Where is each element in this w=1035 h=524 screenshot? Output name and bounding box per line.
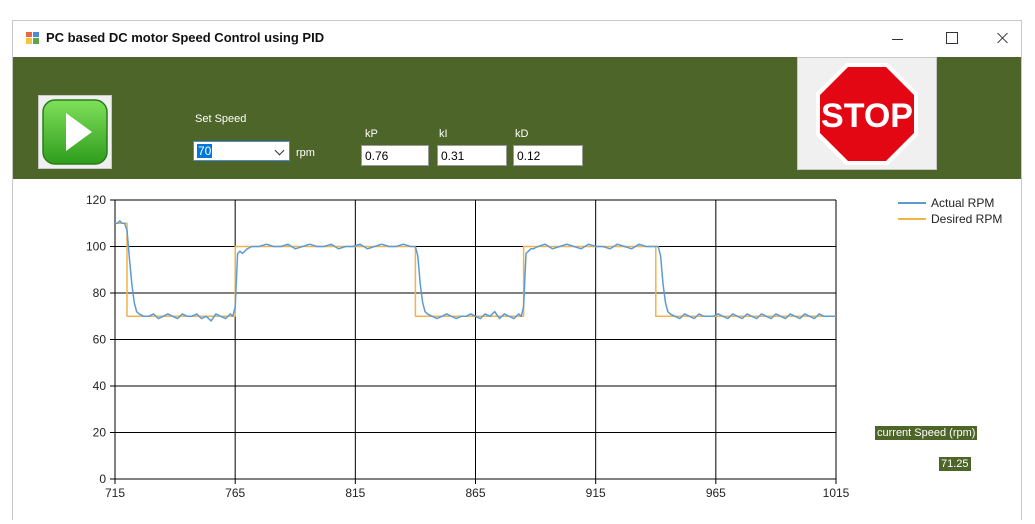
y-tick-label: 100	[86, 240, 106, 254]
x-tick-label: 965	[706, 486, 726, 500]
speed-chart-plot: 0 20 40 60 80 100 120 715 765 815 865 915 965 1015 Act…	[86, 193, 1002, 500]
x-tick-label: 915	[586, 486, 606, 500]
x-tick-label: 865	[465, 486, 485, 500]
speed-unit-label: rpm	[296, 147, 315, 159]
y-tick-label: 40	[93, 379, 107, 393]
current-speed-label: current Speed (rpm)	[875, 426, 978, 440]
stop-sign-text: STOP	[821, 97, 913, 135]
app-window: PC based DC motor Speed Control using PI…	[12, 20, 1022, 521]
set-speed-select[interactable]: 70	[193, 141, 290, 161]
set-speed-label: Set Speed	[195, 113, 247, 125]
kp-input[interactable]: 0.76	[361, 145, 429, 166]
ki-input[interactable]: 0.31	[437, 145, 507, 166]
ki-label: kI	[439, 128, 448, 140]
speed-chart: 0 20 40 60 80 100 120 715 765 815 865 915 965 1015 Act…	[13, 179, 1021, 521]
kd-label: kD	[515, 128, 529, 140]
title-bar: PC based DC motor Speed Control using PI…	[13, 21, 1021, 55]
x-tick-label: 715	[105, 486, 125, 500]
current-speed-value: 71.25	[939, 457, 971, 471]
legend-label: Actual RPM	[931, 196, 994, 210]
chevron-down-icon[interactable]	[274, 145, 285, 156]
maximize-icon[interactable]	[929, 23, 975, 53]
kd-input[interactable]: 0.12	[513, 145, 583, 166]
start-button[interactable]	[38, 95, 112, 169]
minimize-icon[interactable]	[875, 23, 921, 53]
stop-sign-icon: STOP	[816, 63, 918, 165]
y-tick-label: 60	[93, 333, 107, 347]
x-tick-label: 1015	[823, 486, 850, 500]
x-tick-label: 765	[225, 486, 245, 500]
winforms-app-icon	[26, 32, 39, 44]
y-tick-label: 20	[93, 426, 107, 440]
legend-label: Desired RPM	[931, 212, 1002, 226]
y-tick-label: 0	[99, 472, 106, 486]
kp-label: kP	[365, 128, 378, 140]
close-icon[interactable]	[979, 23, 1025, 53]
play-icon	[42, 99, 108, 165]
window-title: PC based DC motor Speed Control using PI…	[46, 30, 325, 45]
set-speed-value: 70	[197, 144, 213, 158]
y-tick-label: 80	[93, 286, 107, 300]
control-panel: Set Speed 70 rpm kP 0.76 kI 0.31 kD 0.12…	[13, 57, 1021, 179]
y-tick-label: 120	[86, 193, 106, 207]
stop-button[interactable]: STOP	[797, 57, 937, 170]
x-tick-label: 815	[345, 486, 365, 500]
